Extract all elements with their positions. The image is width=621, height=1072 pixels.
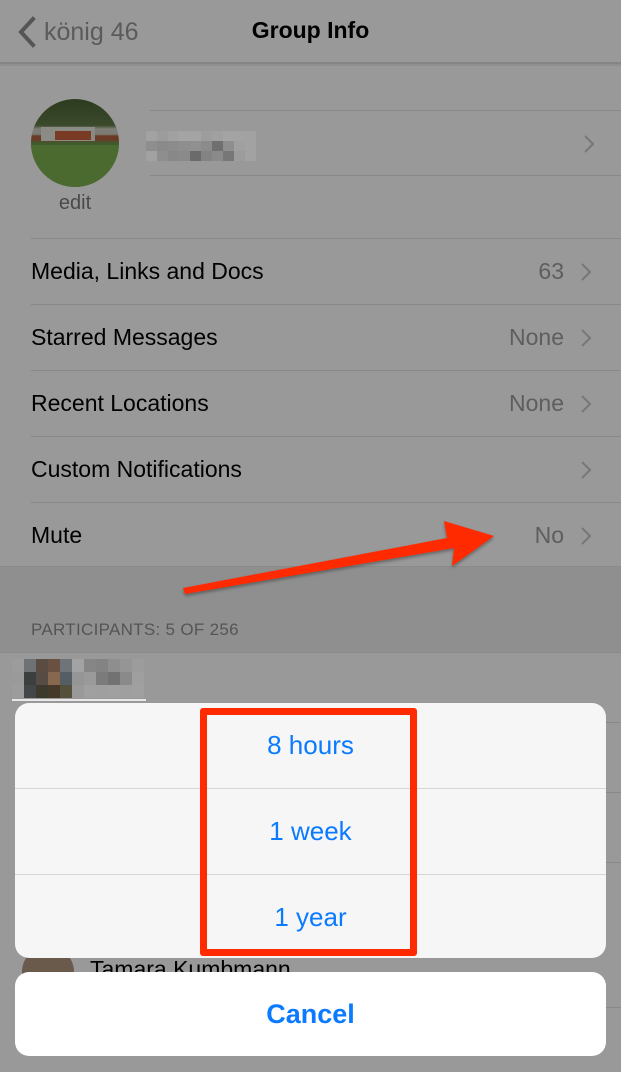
row-separator	[31, 370, 621, 371]
row-value: 63	[538, 258, 564, 284]
mute-duration-action-sheet: 8 hours 1 week 1 year	[15, 703, 606, 958]
chevron-right-icon	[581, 527, 592, 545]
row-separator	[31, 304, 621, 305]
chevron-right-icon	[584, 135, 595, 153]
group-avatar[interactable]	[31, 99, 119, 187]
pixelation-edge	[12, 699, 146, 701]
settings-row-locations[interactable]: Recent Locations None	[0, 370, 621, 436]
participant-pixelated	[12, 659, 144, 698]
avatar-bench	[55, 131, 91, 140]
chevron-right-icon	[581, 263, 592, 281]
settings-row-notifications[interactable]: Custom Notifications	[0, 436, 621, 502]
option-8-hours[interactable]: 8 hours	[15, 703, 606, 788]
group-profile: edit	[0, 66, 621, 238]
option-1-week[interactable]: 1 week	[15, 789, 606, 874]
settings-row-media[interactable]: Media, Links and Docs 63	[0, 238, 621, 304]
settings-row-mute[interactable]: Mute No	[0, 502, 621, 568]
row-value: No	[534, 522, 564, 548]
cancel-button[interactable]: Cancel	[15, 972, 606, 1056]
row-label: Custom Notifications	[31, 456, 242, 482]
page-title: Group Info	[251, 17, 370, 43]
settings-row-starred[interactable]: Starred Messages None	[0, 304, 621, 370]
navigation-bar: könig 46 Group Info	[0, 0, 621, 64]
row-label: Media, Links and Docs	[31, 258, 264, 284]
group-info-section: edit Media, Links and Docs 63 Starred Me…	[0, 66, 621, 567]
chevron-right-icon	[581, 395, 592, 413]
group-name-field[interactable]	[146, 110, 621, 176]
group-name-pixelated	[146, 131, 256, 161]
row-label: Mute	[31, 522, 83, 548]
participants-header: PARTICIPANTS: 5 OF 256	[31, 620, 239, 639]
row-separator	[31, 436, 621, 437]
row-separator	[31, 238, 621, 239]
chevron-right-icon	[581, 329, 592, 347]
row-value: None	[509, 324, 564, 350]
row-value: None	[509, 390, 564, 416]
avatar-lawn	[31, 145, 119, 187]
row-label: Starred Messages	[31, 324, 218, 350]
chevron-right-icon	[581, 461, 592, 479]
option-1-year[interactable]: 1 year	[15, 875, 606, 958]
edit-avatar-link[interactable]: edit	[31, 192, 119, 215]
row-label: Recent Locations	[31, 390, 209, 416]
row-separator	[31, 502, 621, 503]
